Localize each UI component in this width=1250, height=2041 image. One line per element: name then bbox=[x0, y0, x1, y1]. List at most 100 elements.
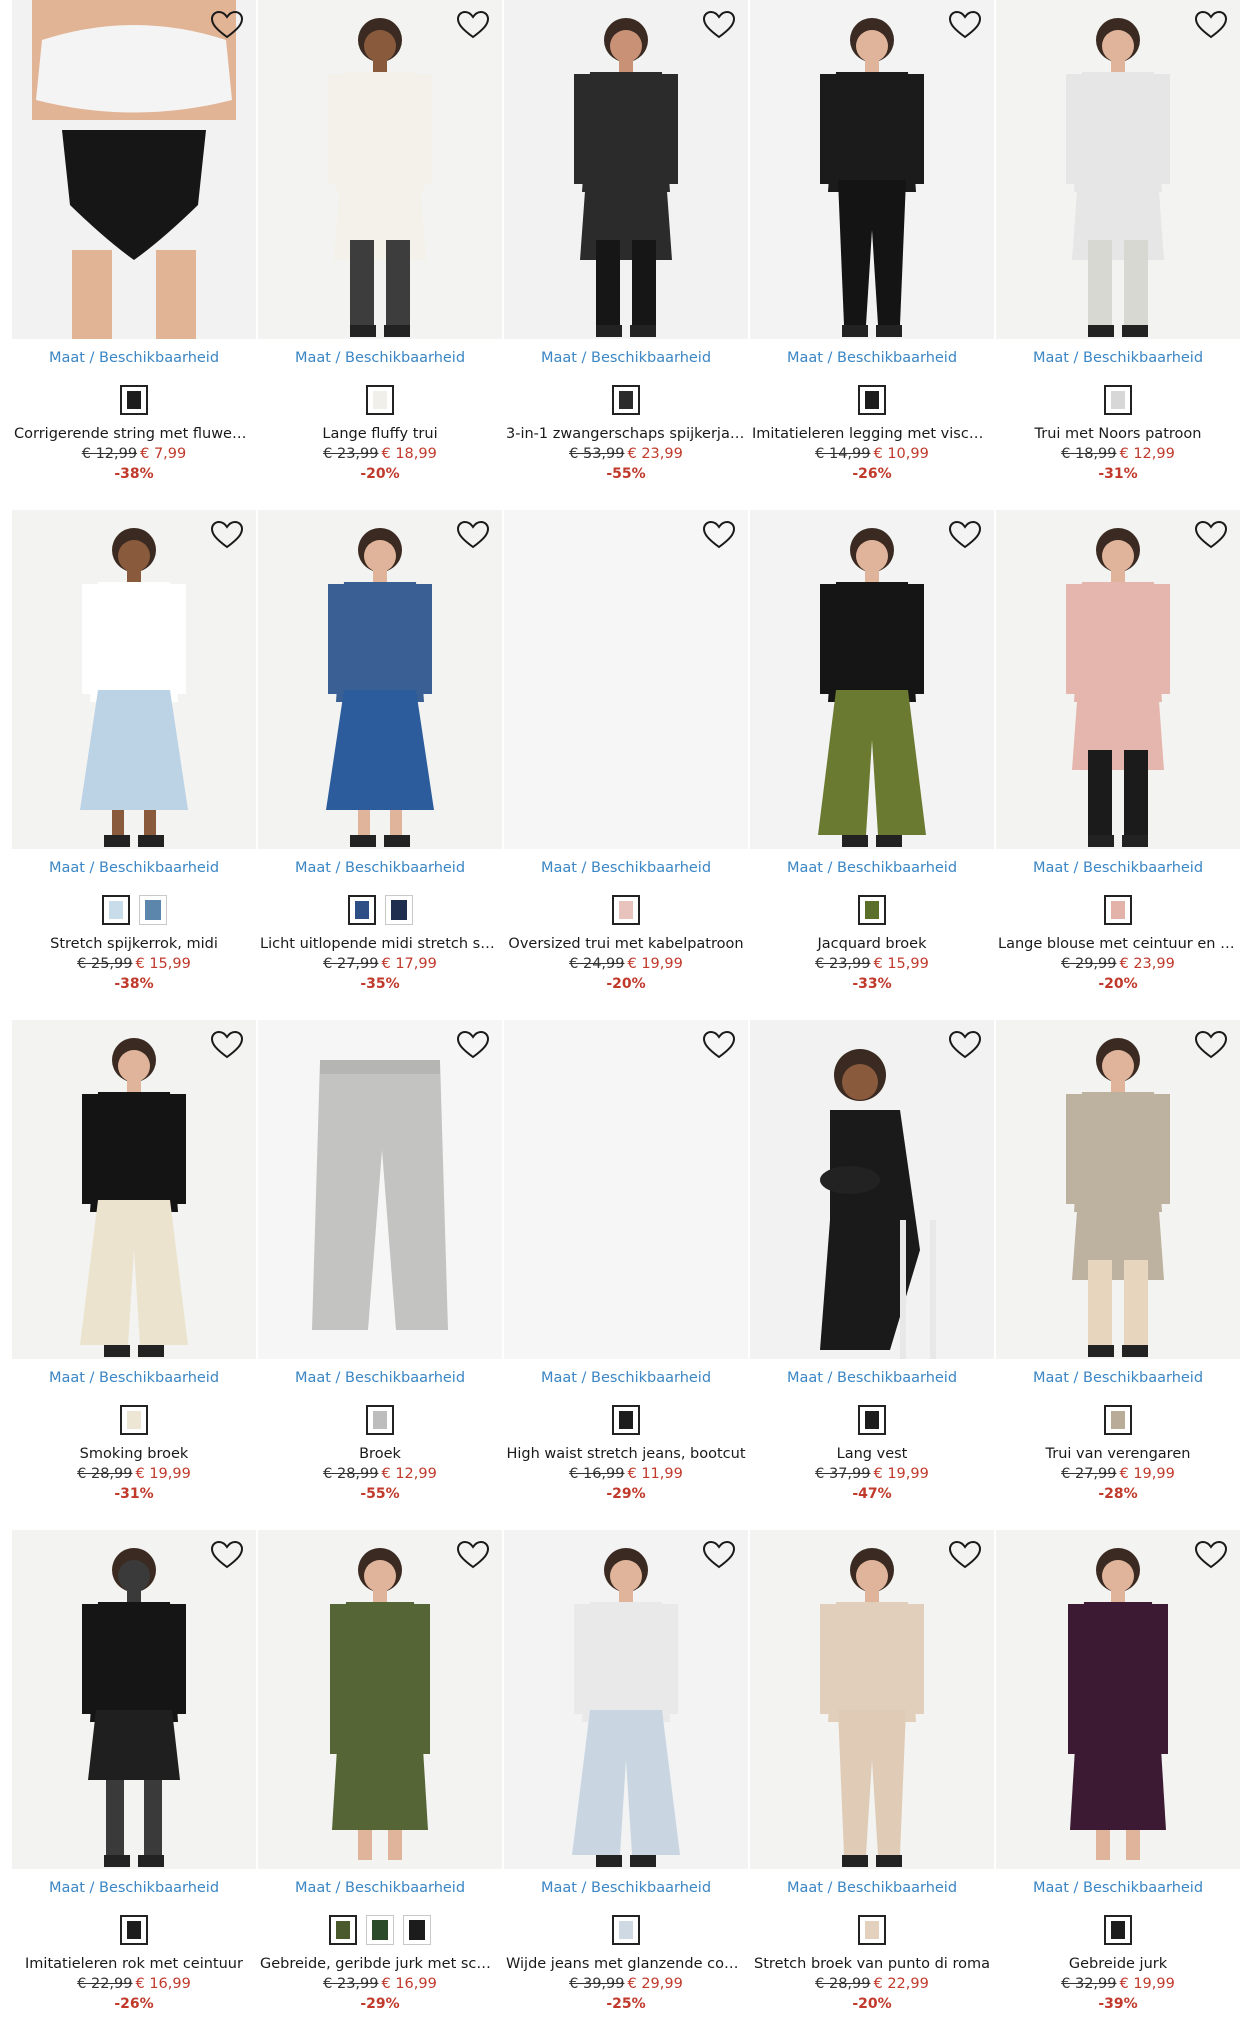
product-name[interactable]: Smoking broek bbox=[12, 1444, 256, 1464]
product-name[interactable]: Corrigerende string met fluweel, ... bbox=[12, 424, 256, 444]
wishlist-heart-icon[interactable] bbox=[948, 520, 982, 550]
product-image[interactable] bbox=[750, 1020, 994, 1359]
color-swatch[interactable] bbox=[120, 1405, 148, 1435]
color-swatch[interactable] bbox=[858, 385, 886, 415]
product-name[interactable]: Lang vest bbox=[750, 1444, 994, 1464]
color-swatch[interactable] bbox=[366, 1405, 394, 1435]
wishlist-heart-icon[interactable] bbox=[456, 10, 490, 40]
wishlist-heart-icon[interactable] bbox=[456, 520, 490, 550]
product-card[interactable]: Maat / Beschikbaarheid Lange fluffy trui €… bbox=[258, 0, 502, 484]
product-card[interactable]: Maat / Beschikbaarheid Imitatieleren rok … bbox=[12, 1530, 256, 2014]
size-availability-link[interactable]: Maat / Beschikbaarheid bbox=[12, 1879, 256, 1897]
size-availability-link[interactable]: Maat / Beschikbaarheid bbox=[12, 1369, 256, 1387]
product-name[interactable]: Stretch spijkerrok, midi bbox=[12, 934, 256, 954]
color-swatch[interactable] bbox=[1104, 895, 1132, 925]
color-swatch[interactable] bbox=[612, 1405, 640, 1435]
product-image[interactable] bbox=[12, 1530, 256, 1869]
wishlist-heart-icon[interactable] bbox=[1194, 10, 1228, 40]
size-availability-link[interactable]: Maat / Beschikbaarheid bbox=[750, 1369, 994, 1387]
color-swatch[interactable] bbox=[366, 385, 394, 415]
product-image[interactable] bbox=[996, 1530, 1240, 1869]
product-name[interactable]: Trui met Noors patroon bbox=[996, 424, 1240, 444]
color-swatch[interactable] bbox=[366, 1915, 394, 1945]
size-availability-link[interactable]: Maat / Beschikbaarheid bbox=[750, 859, 994, 877]
product-image[interactable] bbox=[258, 1530, 502, 1869]
product-name[interactable]: Broek bbox=[258, 1444, 502, 1464]
size-availability-link[interactable]: Maat / Beschikbaarheid bbox=[258, 1879, 502, 1897]
product-name[interactable]: High waist stretch jeans, bootcut bbox=[504, 1444, 748, 1464]
color-swatch[interactable] bbox=[858, 1405, 886, 1435]
wishlist-heart-icon[interactable] bbox=[1194, 1030, 1228, 1060]
wishlist-heart-icon[interactable] bbox=[948, 1030, 982, 1060]
wishlist-heart-icon[interactable] bbox=[210, 1540, 244, 1570]
size-availability-link[interactable]: Maat / Beschikbaarheid bbox=[258, 859, 502, 877]
product-name[interactable]: Wijde jeans met glanzende coating bbox=[504, 1954, 748, 1974]
product-image[interactable] bbox=[996, 0, 1240, 339]
product-image[interactable] bbox=[12, 510, 256, 849]
color-swatch[interactable] bbox=[612, 1915, 640, 1945]
product-name[interactable]: Trui van verengaren bbox=[996, 1444, 1240, 1464]
size-availability-link[interactable]: Maat / Beschikbaarheid bbox=[12, 859, 256, 877]
wishlist-heart-icon[interactable] bbox=[456, 1030, 490, 1060]
product-image[interactable] bbox=[750, 510, 994, 849]
size-availability-link[interactable]: Maat / Beschikbaarheid bbox=[12, 349, 256, 367]
wishlist-heart-icon[interactable] bbox=[1194, 1540, 1228, 1570]
wishlist-heart-icon[interactable] bbox=[702, 1030, 736, 1060]
product-card[interactable]: Maat / Beschikbaarheid High waist stretch… bbox=[504, 1020, 748, 1504]
product-name[interactable]: Oversized trui met kabelpatroon bbox=[504, 934, 748, 954]
product-card[interactable]: Maat / Beschikbaarheid Smoking broek € 28,… bbox=[12, 1020, 256, 1504]
color-swatch[interactable] bbox=[858, 1915, 886, 1945]
product-name[interactable]: Gebreide, geribde jurk met schippe... bbox=[258, 1954, 502, 1974]
product-name[interactable]: Imitatieleren legging met viscose bbox=[750, 424, 994, 444]
color-swatch[interactable] bbox=[120, 385, 148, 415]
size-availability-link[interactable]: Maat / Beschikbaarheid bbox=[750, 1879, 994, 1897]
product-card[interactable]: Maat / Beschikbaarheid Corrigerende strin… bbox=[12, 0, 256, 484]
color-swatch[interactable] bbox=[101, 895, 130, 925]
product-image[interactable] bbox=[258, 1020, 502, 1359]
product-image[interactable] bbox=[258, 510, 502, 849]
product-card[interactable]: Maat / Beschikbaarheid Lange blouse met c… bbox=[996, 510, 1240, 994]
color-swatch[interactable] bbox=[329, 1915, 357, 1945]
color-swatch[interactable] bbox=[403, 1915, 431, 1945]
size-availability-link[interactable]: Maat / Beschikbaarheid bbox=[504, 349, 748, 367]
product-card[interactable]: Maat / Beschikbaarheid Broek € 28,99 € 12,9… bbox=[258, 1020, 502, 1504]
size-availability-link[interactable]: Maat / Beschikbaarheid bbox=[258, 1369, 502, 1387]
product-card[interactable]: Maat / Beschikbaarheid Jacquard broek € 23… bbox=[750, 510, 994, 994]
wishlist-heart-icon[interactable] bbox=[210, 520, 244, 550]
color-swatch[interactable] bbox=[347, 895, 376, 925]
color-swatch[interactable] bbox=[1104, 1915, 1132, 1945]
product-image[interactable] bbox=[996, 510, 1240, 849]
size-availability-link[interactable]: Maat / Beschikbaarheid bbox=[996, 349, 1240, 367]
color-swatch[interactable] bbox=[612, 895, 640, 925]
color-swatch[interactable] bbox=[612, 385, 640, 415]
size-availability-link[interactable]: Maat / Beschikbaarheid bbox=[504, 859, 748, 877]
product-card[interactable]: Maat / Beschikbaarheid Trui met Noors pat… bbox=[996, 0, 1240, 484]
product-card[interactable]: Maat / Beschikbaarheid Imitatieleren legg… bbox=[750, 0, 994, 484]
product-name[interactable]: Stretch broek van punto di roma bbox=[750, 1954, 994, 1974]
wishlist-heart-icon[interactable] bbox=[210, 10, 244, 40]
product-name[interactable]: Lange fluffy trui bbox=[258, 424, 502, 444]
size-availability-link[interactable]: Maat / Beschikbaarheid bbox=[996, 1879, 1240, 1897]
product-name[interactable]: Licht uitlopende midi stretch spijke... bbox=[258, 934, 502, 954]
product-image[interactable] bbox=[12, 1020, 256, 1359]
color-swatch[interactable] bbox=[1104, 1405, 1132, 1435]
size-availability-link[interactable]: Maat / Beschikbaarheid bbox=[504, 1879, 748, 1897]
wishlist-heart-icon[interactable] bbox=[702, 1540, 736, 1570]
product-card[interactable]: Maat / Beschikbaarheid Lang vest € 37,99 € … bbox=[750, 1020, 994, 1504]
wishlist-heart-icon[interactable] bbox=[702, 520, 736, 550]
product-name[interactable]: 3-in-1 zwangerschaps spijkerjas / dr... bbox=[504, 424, 748, 444]
size-availability-link[interactable]: Maat / Beschikbaarheid bbox=[750, 349, 994, 367]
product-image[interactable] bbox=[504, 1020, 748, 1359]
color-swatch[interactable] bbox=[138, 895, 167, 925]
wishlist-heart-icon[interactable] bbox=[1194, 520, 1228, 550]
product-image[interactable] bbox=[996, 1020, 1240, 1359]
product-card[interactable]: Maat / Beschikbaarheid Stretch broek van … bbox=[750, 1530, 994, 2014]
product-image[interactable] bbox=[12, 0, 256, 339]
size-availability-link[interactable]: Maat / Beschikbaarheid bbox=[504, 1369, 748, 1387]
product-image[interactable] bbox=[504, 0, 748, 339]
product-card[interactable]: Maat / Beschikbaarheid Licht uitlopende m… bbox=[258, 510, 502, 994]
color-swatch[interactable] bbox=[120, 1915, 148, 1945]
color-swatch[interactable] bbox=[1104, 385, 1132, 415]
color-swatch[interactable] bbox=[858, 895, 886, 925]
product-image[interactable] bbox=[504, 1530, 748, 1869]
